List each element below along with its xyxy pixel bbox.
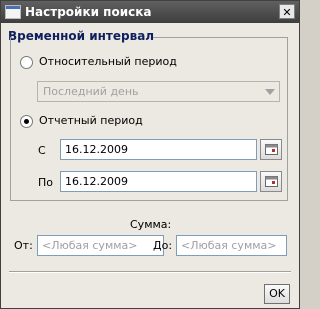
report-period-label: Отчетный период xyxy=(39,114,143,127)
title-bar: Настройки поиска ✕ xyxy=(1,1,299,23)
dialog-title: Настройки поиска xyxy=(25,5,152,19)
date-from-calendar-button[interactable] xyxy=(260,139,282,160)
date-to-label: По xyxy=(38,176,54,189)
date-to-calendar-button[interactable] xyxy=(260,171,282,192)
amount-from-field[interactable] xyxy=(37,235,164,256)
date-from-field[interactable] xyxy=(60,139,257,160)
app-window-icon xyxy=(5,5,21,19)
date-from-label: С xyxy=(38,144,46,157)
chevron-down-icon xyxy=(265,89,275,95)
calendar-icon xyxy=(265,144,278,155)
relative-period-select[interactable]: Последний день xyxy=(37,81,280,102)
amount-from-label: От: xyxy=(14,239,33,252)
relative-period-radio[interactable] xyxy=(20,56,33,69)
amount-title: Сумма: xyxy=(130,218,172,231)
bottom-separator xyxy=(9,271,291,273)
relative-period-label: Относительный период xyxy=(39,55,177,68)
amount-to-field[interactable] xyxy=(176,235,287,256)
close-button[interactable]: ✕ xyxy=(279,4,295,19)
report-period-radio[interactable] xyxy=(20,115,33,128)
ok-button[interactable]: OK xyxy=(264,284,290,304)
search-settings-dialog: Настройки поиска ✕ Временной интервал От… xyxy=(0,0,300,309)
calendar-icon xyxy=(265,176,278,187)
relative-period-value: Последний день xyxy=(43,85,139,98)
close-icon: ✕ xyxy=(282,6,292,19)
amount-to-label: До: xyxy=(153,239,173,252)
date-to-field[interactable] xyxy=(60,171,257,192)
